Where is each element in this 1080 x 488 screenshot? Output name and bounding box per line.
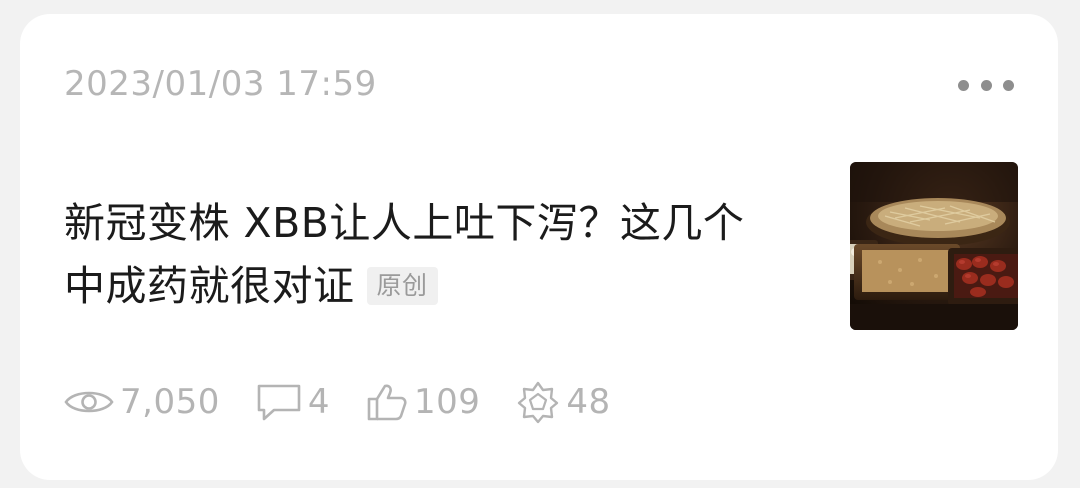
original-badge: 原创	[366, 267, 438, 305]
herbal-medicine-photo-icon	[850, 162, 1018, 330]
article-card[interactable]: 2023/01/03 17:59 新冠变株 XBB让人上吐下泻？这几个中成药就很…	[20, 14, 1058, 480]
more-dot-icon	[980, 79, 992, 91]
likes-stat[interactable]: 109	[366, 382, 480, 422]
thumbs-up-icon[interactable]	[366, 382, 408, 422]
eye-icon	[64, 391, 114, 413]
comment-icon[interactable]	[256, 382, 302, 422]
article-title-block[interactable]: 新冠变株 XBB让人上吐下泻？这几个中成药就很对证 原创	[64, 192, 784, 318]
views-stat: 7,050	[64, 382, 220, 422]
comments-stat[interactable]: 4	[256, 382, 330, 422]
more-options-button[interactable]	[958, 72, 1014, 98]
more-dot-icon	[958, 79, 969, 91]
views-count: 7,050	[120, 382, 220, 422]
comments-count: 4	[307, 382, 330, 422]
article-thumbnail[interactable]	[850, 162, 1018, 330]
share-wow-icon[interactable]	[516, 380, 560, 424]
post-timestamp: 2023/01/03 17:59	[64, 64, 377, 104]
more-dot-icon	[1003, 79, 1014, 91]
shares-count: 48	[566, 382, 611, 422]
shares-stat[interactable]: 48	[516, 380, 610, 424]
likes-count: 109	[413, 382, 481, 422]
stats-bar: 7,050 4 109 48	[64, 380, 647, 424]
